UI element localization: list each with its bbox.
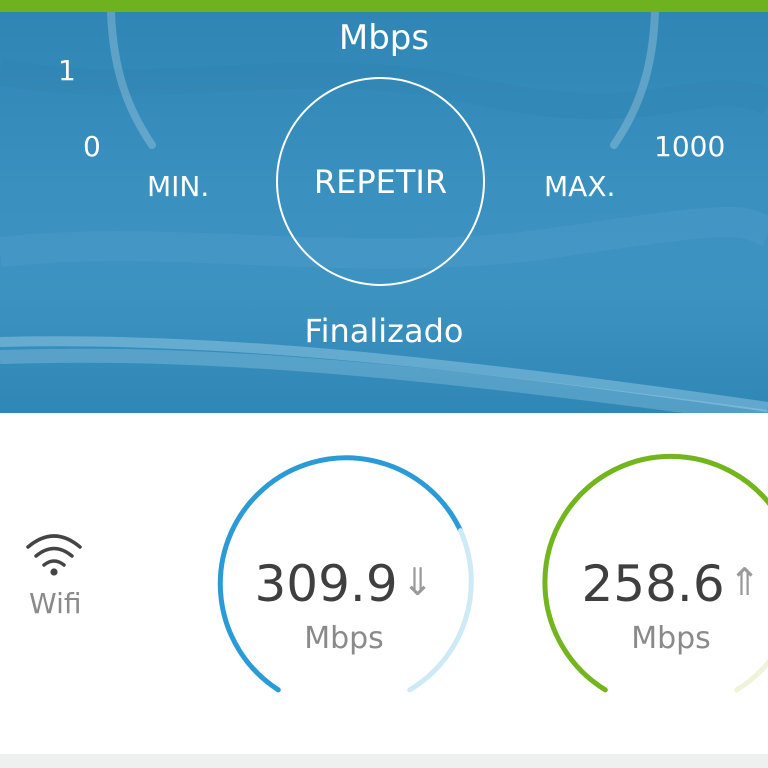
connection-type: Wifi (22, 531, 88, 631)
repeat-button-label: REPETIR (313, 162, 448, 201)
download-arrow-icon: ⇓ (401, 560, 434, 604)
gauge-scale-label-1000: 1000 (654, 130, 726, 163)
connection-type-label: Wifi (29, 587, 82, 620)
download-result: 309.9 ⇓ Mbps (204, 443, 484, 723)
speedometer-panel: Mbps 1 0 1000 MIN. MAX. REPETIR Finaliza… (0, 12, 768, 413)
top-accent-bar (0, 0, 768, 12)
upload-unit: Mbps (631, 621, 711, 656)
max-label: MAX. (544, 170, 616, 203)
download-speed: 309.9 ⇓ (204, 555, 484, 613)
gauge-scale-label-0: 0 (83, 130, 101, 163)
download-speed-value: 309.9 (254, 555, 398, 613)
results-panel: Wifi 309.9 ⇓ Mbps 258.6 ⇑ Mbps (0, 413, 768, 754)
upload-result: 258.6 ⇑ Mbps (531, 443, 768, 723)
upload-speed-value: 258.6 (581, 555, 725, 613)
gauge-scale-label-1: 1 (58, 54, 76, 87)
wifi-icon (26, 534, 82, 576)
min-label: MIN. (147, 170, 210, 203)
download-unit: Mbps (304, 621, 384, 656)
test-status-text: Finalizado (304, 312, 464, 350)
bottom-divider (0, 754, 768, 768)
repeat-test-button[interactable]: REPETIR (276, 77, 485, 286)
speed-test-screen: Mbps 1 0 1000 MIN. MAX. REPETIR Finaliza… (0, 0, 768, 768)
gauge-unit-label: Mbps (338, 18, 430, 58)
upload-arrow-icon: ⇑ (728, 560, 761, 604)
upload-speed: 258.6 ⇑ (531, 555, 768, 613)
